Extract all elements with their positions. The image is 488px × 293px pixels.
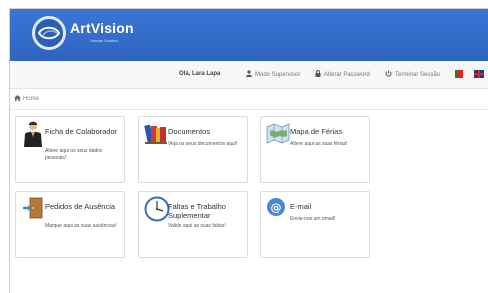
- card-title: Pedidos de Ausência: [45, 202, 116, 211]
- app-window: ArtVision Human Solution Olá, Lara Lapa …: [9, 8, 488, 293]
- brand-name[interactable]: ArtVision: [70, 20, 134, 36]
- card-title: Mapa de Férias: [290, 127, 343, 136]
- user-greeting: Olá, Lara Lapa: [179, 71, 221, 77]
- header-bar: ArtVision Human Solution: [10, 9, 488, 61]
- home-icon[interactable]: [14, 95, 21, 103]
- breadcrumb-home[interactable]: Home: [23, 96, 39, 102]
- card-title: Ficha de Colaborador: [45, 127, 118, 136]
- card-absences-overtime[interactable]: Faltas e Trabalho Suplementar Valide aqu…: [138, 191, 248, 258]
- card-title: E-mail: [290, 202, 312, 211]
- artvision-logo-icon[interactable]: [32, 16, 66, 50]
- email-icon: @: [266, 196, 290, 220]
- card-description: Altere aqui os seus dados pessoais!: [45, 148, 103, 161]
- employee-icon: [21, 121, 45, 147]
- supervisor-mode-label: Modo Supervisor: [255, 71, 301, 78]
- divider: [10, 109, 488, 110]
- card-vacation-map[interactable]: Mapa de Férias Altere aqui as suas féria…: [260, 116, 370, 183]
- portuguese-flag-icon[interactable]: [455, 70, 463, 78]
- svg-text:@: @: [271, 201, 282, 214]
- card-description: Veja os seus documentos aqui!: [168, 141, 238, 147]
- card-description: Envie-nos um email!: [290, 216, 336, 222]
- lock-icon: [315, 70, 321, 79]
- map-icon: [266, 121, 290, 145]
- change-password-link[interactable]: Alterar Password: [315, 70, 370, 79]
- breadcrumb: Home: [14, 95, 39, 103]
- card-description: Marque aqui as suas ausências!: [45, 223, 117, 229]
- supervisor-mode-link[interactable]: Modo Supervisor: [246, 70, 300, 79]
- exit-door-icon: [21, 196, 45, 220]
- brand-tagline: Human Solution: [90, 38, 119, 43]
- card-employee-record[interactable]: Ficha de Colaborador Altere aqui os seus…: [15, 116, 125, 183]
- card-title: Documentos: [168, 127, 211, 136]
- card-email[interactable]: @ E-mail Envie-nos um email!: [260, 191, 370, 258]
- english-flag-icon[interactable]: [474, 70, 484, 78]
- logout-label: Terminar Sessão: [395, 71, 441, 78]
- card-description: Valide aqui as suas faltas!: [168, 223, 226, 229]
- card-absence-requests[interactable]: Pedidos de Ausência Marque aqui as suas …: [15, 191, 125, 258]
- logout-icon: [385, 70, 392, 79]
- card-title: Faltas e Trabalho Suplementar: [168, 202, 226, 220]
- change-password-label: Alterar Password: [324, 71, 370, 78]
- books-icon: [144, 121, 168, 145]
- user-icon: [246, 70, 252, 79]
- card-description: Altere aqui as suas férias!: [290, 141, 348, 147]
- card-documents[interactable]: Documentos Veja os seus documentos aqui!: [138, 116, 248, 183]
- clock-icon: [144, 196, 170, 222]
- user-toolbar: Olá, Lara Lapa Modo Supervisor Alterar P…: [10, 61, 488, 89]
- logout-link[interactable]: Terminar Sessão: [385, 70, 440, 79]
